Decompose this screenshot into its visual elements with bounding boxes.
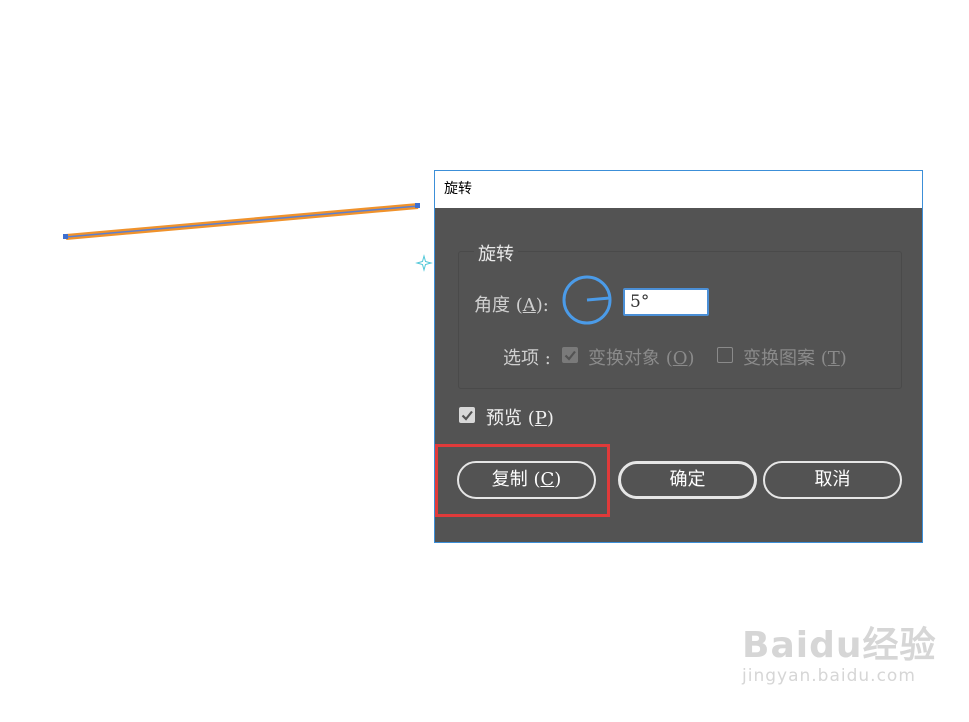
options-label: 选项 : <box>503 348 551 369</box>
transform-patterns-label: 变换图案 (T) <box>743 348 847 369</box>
preview-checkbox[interactable] <box>459 407 475 423</box>
angle-dial[interactable] <box>562 275 612 325</box>
cancel-button[interactable]: 取消 <box>763 461 902 499</box>
rotation-origin-icon[interactable] <box>415 254 433 272</box>
rotate-group-title: 旋转 <box>474 240 518 266</box>
transform-objects-label: 变换对象 (O) <box>588 348 695 369</box>
copy-button-highlight <box>435 444 610 517</box>
transform-patterns-checkbox[interactable] <box>717 347 733 363</box>
watermark-url: jingyan.baidu.com <box>742 666 916 686</box>
watermark-logo: Baidu经验 <box>742 625 937 666</box>
angle-label: 角度 (A): <box>474 295 549 316</box>
ok-button[interactable]: 确定 <box>618 461 757 499</box>
transform-objects-checkbox[interactable] <box>562 347 578 363</box>
baidu-watermark: Baidu经验 jingyan.baidu.com <box>742 616 936 686</box>
angle-input[interactable]: 5° <box>623 288 709 316</box>
preview-label: 预览 (P) <box>486 408 554 429</box>
dialog-title: 旋转 <box>435 171 922 208</box>
